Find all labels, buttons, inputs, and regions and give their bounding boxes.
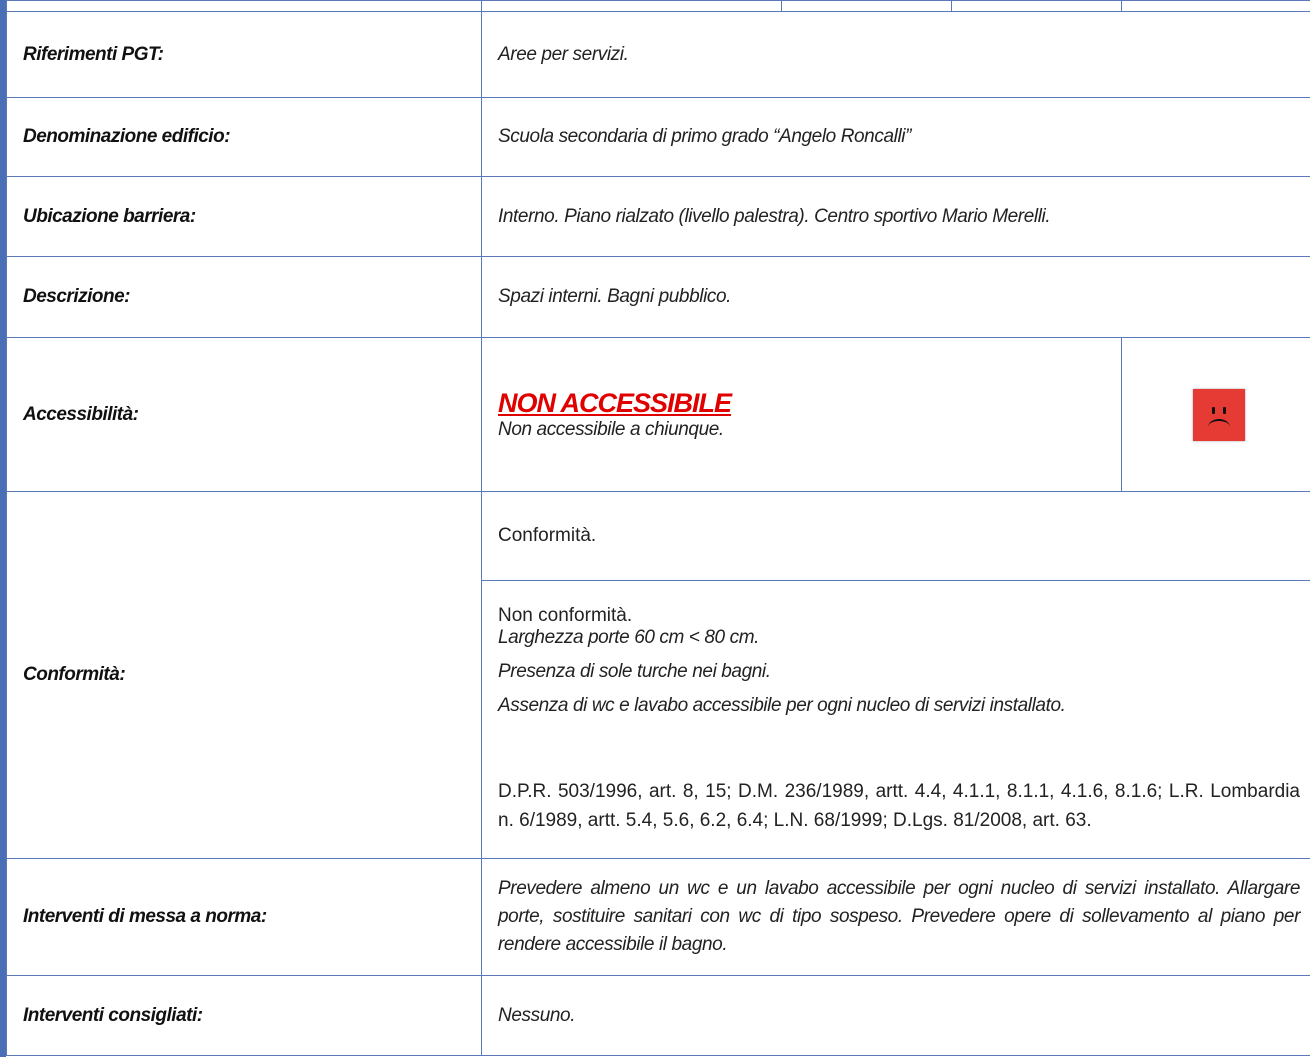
non-conformita-item: Assenza di wc e lavabo accessibile per o… <box>498 694 1066 716</box>
scheda-barriera-table: Riferimenti PGT: Aree per servizi. Denom… <box>6 0 1310 1056</box>
denominazione-value: Scuola secondaria di primo grado “Angelo… <box>481 97 1310 177</box>
interventi-norma-label: Interventi di messa a norma: <box>6 858 482 976</box>
non-conformita-item: Presenza di sole turche nei bagni. <box>498 660 771 682</box>
accessibilita-label: Accessibilità: <box>6 337 482 492</box>
row-ubicazione: Ubicazione barriera: Interno. Piano rial… <box>6 176 1310 257</box>
ubicazione-value: Interno. Piano rialzato (livello palestr… <box>481 176 1310 257</box>
interventi-consigliati-label: Interventi consigliati: <box>6 975 482 1056</box>
conformita-label: Conformità: <box>6 491 482 859</box>
row-interventi-norma: Interventi di messa a norma: Prevedere a… <box>6 858 1310 976</box>
non-conformita-cell: Non conformità. Larghezza porte 60 cm < … <box>481 580 1310 859</box>
accessibilita-cell: NON ACCESSIBILE Non accessibile a chiunq… <box>481 337 1122 492</box>
interventi-consigliati-value: Nessuno. <box>481 975 1310 1056</box>
row-interventi-consigliati: Interventi consigliati: Nessuno. <box>6 975 1310 1056</box>
non-conformita-item: Larghezza porte 60 cm < 80 cm. <box>498 626 760 648</box>
descrizione-label: Descrizione: <box>6 256 482 338</box>
top-partial-row <box>6 0 1310 12</box>
accessibility-note: Non accessibile a chiunque. <box>498 419 724 440</box>
ubicazione-label: Ubicazione barriera: <box>6 176 482 257</box>
sad-face-icon <box>1193 388 1245 441</box>
denominazione-label: Denominazione edificio: <box>6 97 482 177</box>
accessibility-icon-cell <box>1121 337 1310 492</box>
accessibility-status: NON ACCESSIBILE <box>498 388 732 418</box>
row-descrizione: Descrizione: Spazi interni. Bagni pubbli… <box>6 256 1310 338</box>
row-denominazione: Denominazione edificio: Scuola secondari… <box>6 97 1310 177</box>
descrizione-value: Spazi interni. Bagni pubblico. <box>481 256 1310 338</box>
interventi-norma-value: Prevedere almeno un wc e un lavabo acces… <box>481 858 1310 976</box>
row-conformita-a: Conformità: Conformità. <box>6 491 1310 859</box>
row-accessibilita: Accessibilità: NON ACCESSIBILE Non acces… <box>6 337 1310 492</box>
riferimenti-label: Riferimenti PGT: <box>6 11 482 98</box>
riferimenti-normativi: D.P.R. 503/1996, art. 8, 15; D.M. 236/19… <box>498 780 1300 831</box>
riferimenti-value: Aree per servizi. <box>481 11 1310 98</box>
row-riferimenti: Riferimenti PGT: Aree per servizi. <box>6 11 1310 98</box>
non-conforme-title: Non conformità. <box>498 604 633 626</box>
conforme-title: Conformità. <box>481 491 1310 581</box>
